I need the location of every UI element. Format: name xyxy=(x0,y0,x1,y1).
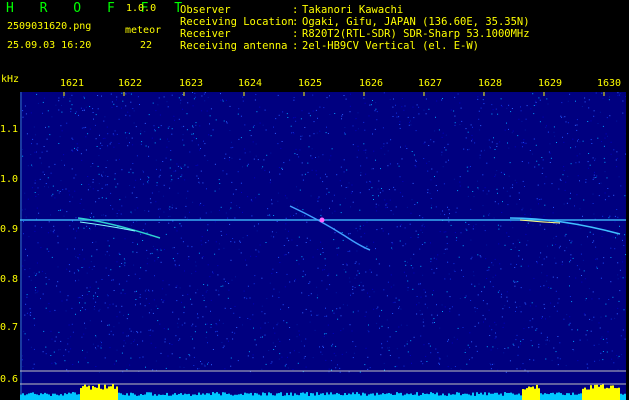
info-row-observer: Observer: Takanori Kawachi xyxy=(180,4,404,16)
x-tick: 1626 xyxy=(359,78,384,89)
x-axis-ticks: 1621 1622 1623 1624 1625 1626 1627 1628 … xyxy=(0,78,629,92)
x-tick: 1629 xyxy=(538,78,563,89)
y-tick: 0.8 xyxy=(0,274,19,285)
x-tick: 1623 xyxy=(179,78,204,89)
y-tick: 0.7 xyxy=(0,322,19,333)
y-tick: 0.6 xyxy=(0,374,19,385)
info-row-antenna: Receiving antenna:2el-HB9CV Vertical (el… xyxy=(180,40,480,52)
meteor-head-2 xyxy=(319,217,325,223)
info-row-receiver: Receiver: R820T2(RTL-SDR) SDR-Sharp 53.10… xyxy=(180,28,530,40)
y-tick: 0.9 xyxy=(0,224,19,235)
meteor-label: meteor xyxy=(125,25,162,36)
x-tick: 1624 xyxy=(238,78,263,89)
left-scale-bar xyxy=(20,92,22,400)
app-version: 1.0.0 xyxy=(126,3,157,14)
x-tick: 1621 xyxy=(60,78,85,89)
y-tick: 1.0 xyxy=(0,174,19,185)
app-logo: H R O F F T xyxy=(6,1,192,16)
info-row-location: Receiving Location: Ogaki, Gifu, JAPAN (1… xyxy=(180,16,530,28)
x-tick: 1625 xyxy=(298,78,323,89)
header-panel: H R O F F T 1.0.0 2509031620.png 25.09.0… xyxy=(0,0,629,78)
datetime-label: 25.09.03 16:20 xyxy=(7,40,92,51)
y-tick: 1.1 xyxy=(0,124,19,135)
x-tick: 1628 xyxy=(478,78,503,89)
x-tick: 1630 xyxy=(597,78,622,89)
filename-label: 2509031620.png xyxy=(7,21,92,32)
meteor-count: 22 xyxy=(140,40,153,51)
x-tick: 1627 xyxy=(418,78,443,89)
x-tick: 1622 xyxy=(118,78,143,89)
station-info: Observer: Takanori Kawachi Receiving Loca… xyxy=(180,4,530,52)
spectrogram-plot xyxy=(20,92,626,400)
spectrogram-background xyxy=(20,92,626,400)
